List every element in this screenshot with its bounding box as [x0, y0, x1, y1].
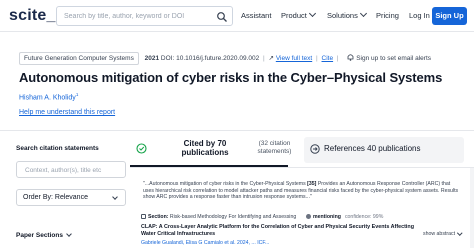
- separator: |: [263, 55, 265, 62]
- paper-sections-toggle[interactable]: Paper Sections: [16, 231, 72, 239]
- citing-paper-authors[interactable]: Gabriele Gualandi, Elisa G Camialo et al…: [141, 240, 269, 246]
- nav-pricing-link[interactable]: Pricing: [376, 11, 399, 20]
- signup-button[interactable]: Sign Up: [432, 7, 467, 25]
- statement-search-input[interactable]: [25, 165, 121, 175]
- tab-references[interactable]: References 40 publications: [304, 137, 464, 163]
- chevron-down-icon: [359, 9, 367, 18]
- search-icon[interactable]: [216, 11, 228, 23]
- bell-icon: [348, 54, 354, 61]
- citing-paper-title[interactable]: CLAP: A Cross-Layer Analytic Platform fo…: [141, 224, 421, 237]
- doi-text[interactable]: DOI: 10.1016/j.future.2020.09.002: [161, 55, 259, 62]
- tab-cited-by[interactable]: Cited by 70 publications (32 citation st…: [130, 137, 291, 163]
- nav-product-label: Product: [281, 11, 307, 20]
- order-by-value: Order By: Relevance: [23, 194, 88, 201]
- author-link[interactable]: Hisham A. Kholidy1: [19, 92, 78, 101]
- paper-title: Autonomous mitigation of cyber risks in …: [19, 70, 443, 85]
- paper-sections-label: Paper Sections: [16, 232, 63, 239]
- section-row: Section: Risk-based Methodology For Iden…: [141, 214, 296, 220]
- search-statements-label: Search citation statements: [16, 145, 99, 152]
- help-understand-link[interactable]: Help me understand this report: [19, 109, 115, 116]
- top-navigation-bar: scite_ Assistant Product Solutions Prici…: [0, 0, 474, 32]
- paper-meta-row: Future Generation Computer Systems 2021 …: [19, 52, 431, 65]
- global-search-box[interactable]: [56, 6, 233, 26]
- section-value: Risk-based Methodology For Identifying a…: [169, 214, 297, 220]
- separator: |: [336, 55, 339, 62]
- mention-classification: mentioning confidence: 99%: [306, 214, 383, 220]
- nav-solutions-label: Solutions: [327, 11, 358, 20]
- journal-name[interactable]: Future Generation Computer Systems: [19, 52, 139, 65]
- scite-logo[interactable]: scite_: [9, 7, 56, 25]
- order-by-select[interactable]: Order By: Relevance: [16, 189, 126, 206]
- login-link[interactable]: Log In: [409, 11, 430, 20]
- email-alert-link[interactable]: Sign up to set email alerts: [356, 55, 431, 62]
- nav-product-menu[interactable]: Product: [281, 9, 316, 20]
- chevron-down-icon: [308, 9, 316, 18]
- citation-statements-count: (32 citation statements): [257, 140, 292, 155]
- panel-scrollbar[interactable]: [470, 168, 474, 248]
- panel-divider: [130, 167, 474, 168]
- document-section-icon: [141, 214, 146, 219]
- author-affiliation-marker: 1: [75, 92, 79, 97]
- statement-search-box[interactable]: [16, 161, 126, 178]
- chevron-down-icon: [457, 229, 463, 235]
- section-divider: [0, 130, 474, 131]
- chevron-down-icon: [112, 194, 118, 200]
- show-abstract-label: show abstract: [423, 231, 456, 237]
- mentioning-dot-icon: [306, 214, 311, 219]
- references-count: References 40 publications: [324, 144, 421, 153]
- external-link-icon: ↗: [268, 55, 274, 62]
- arrow-right-circle-icon: [310, 144, 320, 154]
- cited-by-count: Cited by 70 publications: [181, 139, 229, 157]
- confidence-value: confidence: 99%: [344, 214, 384, 220]
- quote-bubble-icon: [136, 143, 147, 154]
- cite-link[interactable]: Cite: [322, 55, 334, 62]
- section-label: Section:: [148, 214, 169, 220]
- show-abstract-toggle[interactable]: show abstract: [423, 229, 463, 237]
- citation-snippet: "...Autonomous mitigation of cyber risks…: [143, 181, 461, 201]
- author-name[interactable]: Hisham A. Kholidy: [19, 94, 76, 101]
- view-full-text-link[interactable]: View full text: [276, 55, 312, 62]
- chevron-down-icon: [66, 231, 72, 237]
- separator: |: [316, 55, 318, 62]
- publication-year: 2021: [144, 55, 160, 62]
- mention-label: mentioning: [313, 214, 341, 220]
- nav-solutions-menu[interactable]: Solutions: [327, 9, 367, 20]
- snippet-pre: "...Autonomous mitigation of cyber risks…: [143, 181, 308, 187]
- global-search-input[interactable]: [64, 10, 204, 23]
- snippet-reference: [35]: [307, 181, 317, 187]
- nav-assistant-link[interactable]: Assistant: [241, 11, 271, 20]
